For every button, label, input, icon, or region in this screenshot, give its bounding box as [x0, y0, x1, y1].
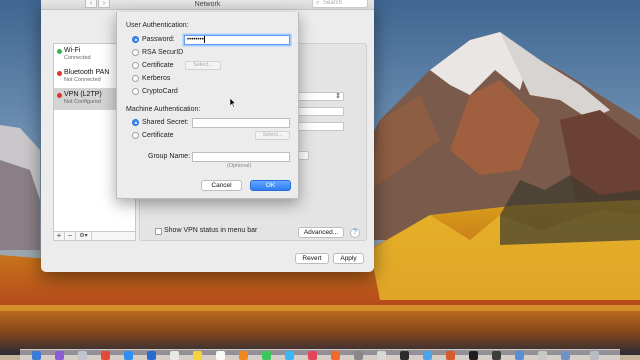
certificate-radio[interactable]: [132, 62, 139, 69]
text-caret: [203, 36, 205, 43]
launchpad-icon[interactable]: [78, 351, 87, 360]
group-name-label: Group Name:: [148, 153, 191, 160]
downloads-folder-icon[interactable]: [515, 351, 524, 360]
status-dot-icon: [57, 71, 62, 76]
mouse-pointer-icon: [230, 98, 237, 108]
password-radio[interactable]: [132, 36, 139, 43]
messages-icon[interactable]: [285, 351, 294, 360]
system-preferences-icon[interactable]: [354, 351, 363, 360]
siri-icon[interactable]: [55, 351, 64, 360]
status-dot-icon: [57, 49, 62, 54]
machine-certificate-label: Certificate: [142, 132, 174, 139]
status-dot-icon: [57, 93, 62, 98]
show-vpn-status-checkbox[interactable]: [155, 228, 162, 235]
server-address-field[interactable]: [296, 107, 344, 116]
password-field[interactable]: ••••••••: [184, 35, 290, 45]
activity-monitor-icon[interactable]: [469, 351, 478, 360]
music-icon[interactable]: [308, 351, 317, 360]
vlc-icon[interactable]: [446, 351, 455, 360]
search-icon: ⌕: [316, 0, 320, 6]
kerberos-radio[interactable]: [132, 75, 139, 82]
search-placeholder: Search: [323, 0, 343, 6]
cancel-button[interactable]: Cancel: [201, 180, 242, 191]
app-store-icon[interactable]: [124, 351, 133, 360]
trash-icon[interactable]: [590, 351, 599, 360]
advanced-button[interactable]: Advanced...: [298, 227, 344, 238]
back-button[interactable]: ‹: [85, 0, 97, 8]
console-icon[interactable]: [492, 351, 501, 360]
photos-icon[interactable]: [239, 351, 248, 360]
authentication-settings-sheet: User Authentication: Password: •••••••• …: [116, 12, 299, 199]
window-titlebar: Network ‹ › ⌕ Search: [41, 0, 374, 10]
account-name-field[interactable]: [296, 122, 344, 131]
revert-button[interactable]: Revert: [295, 253, 329, 264]
rsa-securid-radio[interactable]: [132, 49, 139, 56]
user-auth-heading: User Authentication:: [126, 22, 189, 29]
certificate-select-button[interactable]: Select...: [185, 61, 221, 70]
cryptocard-radio[interactable]: [132, 88, 139, 95]
show-vpn-status-label: Show VPN status in menu bar: [164, 227, 258, 234]
group-name-field[interactable]: [192, 152, 290, 162]
safari-icon[interactable]: [423, 351, 432, 360]
password-value: ••••••••: [187, 37, 204, 44]
optional-hint: (Optional): [227, 163, 252, 169]
search-input[interactable]: ⌕ Search: [312, 0, 368, 8]
apply-button[interactable]: Apply: [333, 253, 364, 264]
contacts-icon[interactable]: [170, 351, 179, 360]
terminal-icon[interactable]: [400, 351, 409, 360]
cryptocard-label: CryptoCard: [142, 88, 178, 95]
kerberos-label: Kerberos: [142, 75, 171, 82]
machine-certificate-select-button[interactable]: Select...: [255, 131, 290, 140]
preview-icon[interactable]: [377, 351, 386, 360]
ok-button[interactable]: OK: [250, 180, 291, 191]
gear-menu-button[interactable]: ⚙▾: [76, 232, 92, 240]
service-list-toolbar: + − ⚙▾: [54, 231, 135, 240]
calendar-icon[interactable]: [216, 351, 225, 360]
chrome-icon[interactable]: [101, 351, 110, 360]
remove-service-button[interactable]: −: [65, 232, 76, 240]
finder-icon[interactable]: [32, 351, 41, 360]
shared-secret-field[interactable]: [192, 118, 290, 128]
machine-certificate-radio[interactable]: [132, 132, 139, 139]
documents-folder-icon[interactable]: [538, 351, 547, 360]
add-service-button[interactable]: +: [54, 232, 65, 240]
password-label: Password:: [142, 36, 175, 43]
notes-icon[interactable]: [193, 351, 202, 360]
certificate-label: Certificate: [142, 62, 174, 69]
rsa-securid-label: RSA SecurID: [142, 49, 184, 56]
shared-secret-radio[interactable]: [132, 119, 139, 126]
facetime-icon[interactable]: [262, 351, 271, 360]
word-icon[interactable]: [147, 351, 156, 360]
help-icon[interactable]: ?: [350, 228, 360, 238]
books-icon[interactable]: [331, 351, 340, 360]
dock: [20, 349, 620, 360]
shared-secret-label: Shared Secret:: [142, 119, 189, 126]
applications-folder-icon[interactable]: [561, 351, 570, 360]
machine-auth-heading: Machine Authentication:: [126, 106, 201, 113]
forward-button[interactable]: ›: [98, 0, 110, 8]
configuration-popup[interactable]: ⇕: [296, 92, 344, 101]
